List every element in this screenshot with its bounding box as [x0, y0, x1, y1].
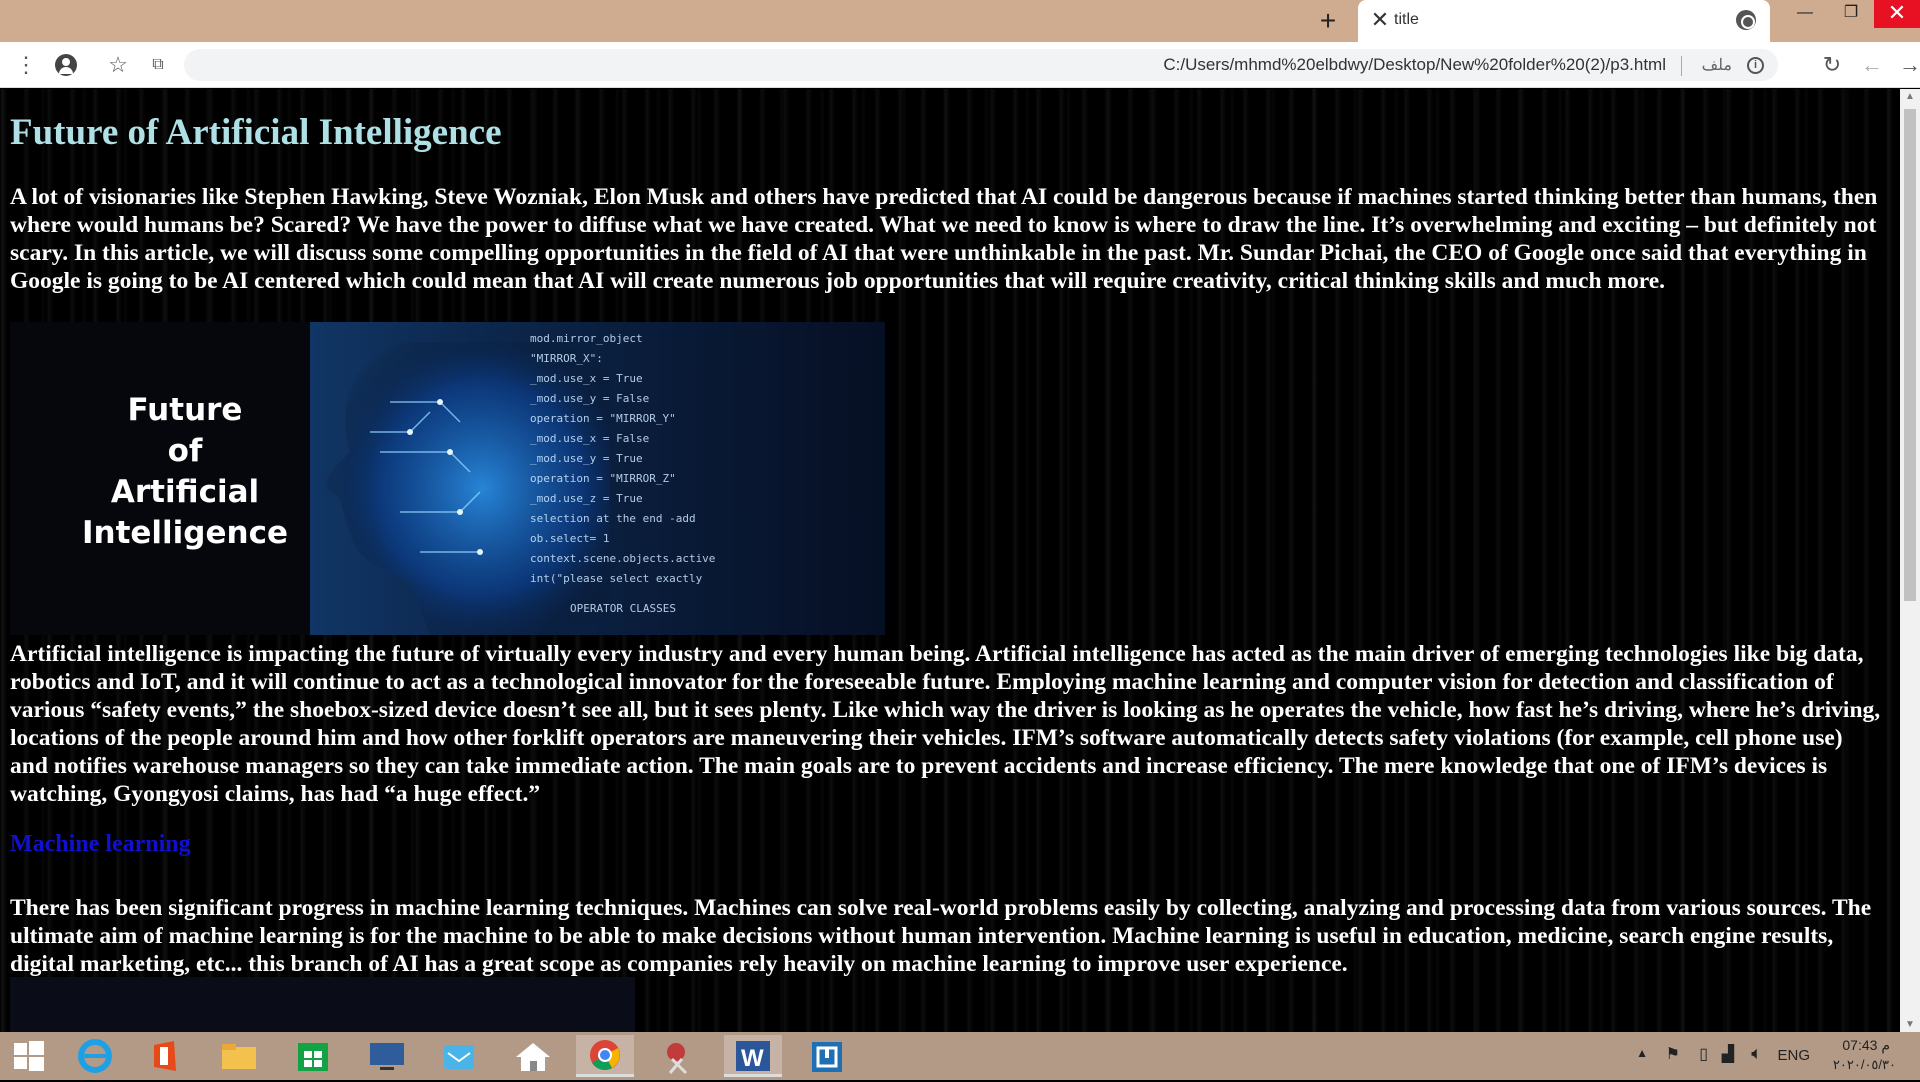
profile-icon[interactable]	[52, 51, 80, 79]
vertical-scrollbar[interactable]: ▲ ▼	[1900, 89, 1920, 1032]
language-indicator[interactable]: ENG	[1777, 1047, 1810, 1064]
svg-text:_mod.use_y = True: _mod.use_y = True	[530, 452, 643, 465]
svg-text:_mod.use_y = False: _mod.use_y = False	[530, 392, 649, 405]
clock-date[interactable]: ٢٠٢٠/٠٥/٣٠	[1833, 1057, 1896, 1073]
browser-toolbar: ⋮ ☆ ⧉ C:/Users/mhmd%20elbdwy/Desktop/New…	[0, 42, 1920, 88]
clock-time[interactable]: 07:43 م	[1842, 1037, 1890, 1054]
address-bar[interactable]: C:/Users/mhmd%20elbdwy/Desktop/New%20fol…	[184, 49, 1778, 81]
browser-title-bar: + ✕ title — ❐ ✕	[0, 0, 1920, 42]
svg-text:_mod.use_z = True: _mod.use_z = True	[530, 492, 643, 505]
minimize-button[interactable]: —	[1782, 0, 1828, 28]
scroll-down-icon[interactable]: ▼	[1905, 1019, 1915, 1030]
svg-text:_mod.use_x = False: _mod.use_x = False	[530, 432, 649, 445]
store-icon[interactable]	[284, 1035, 342, 1077]
forward-icon[interactable]: →	[1896, 51, 1920, 79]
system-tray: ▲ ⚑ ▯ ▟ 🔈︎ ENG 07:43 م ٢٠٢٠/٠٥/٣٠	[1620, 1032, 1920, 1080]
windows-taskbar: W ▲ ⚑ ▯ ▟ 🔈︎ ENG 07:43 م ٢٠٢٠/٠٥/٣٠	[0, 1032, 1920, 1080]
chevron-up-icon[interactable]: ▲	[1636, 1046, 1648, 1060]
network-warning-icon[interactable]: ⚑	[1666, 1044, 1680, 1064]
maximize-button[interactable]: ❐	[1828, 0, 1874, 28]
globe-icon	[1736, 10, 1756, 30]
signal-icon[interactable]: ▟	[1722, 1044, 1734, 1064]
battery-icon[interactable]: ▯	[1699, 1044, 1708, 1064]
svg-text:operation = "MIRROR_Y": operation = "MIRROR_Y"	[530, 412, 676, 425]
svg-text:operation = "MIRROR_Z": operation = "MIRROR_Z"	[530, 472, 676, 485]
scroll-thumb[interactable]	[1904, 109, 1916, 601]
divider	[1681, 56, 1682, 76]
impact-paragraph: Artificial intelligence is impacting the…	[10, 641, 1881, 807]
info-icon[interactable]: i	[1747, 57, 1764, 74]
office-icon[interactable]	[136, 1035, 194, 1077]
hero-line: Intelligence	[81, 515, 288, 551]
star-icon[interactable]: ☆	[104, 51, 132, 79]
svg-text:context.scene.objects.active: context.scene.objects.active	[530, 552, 715, 565]
machine-learning-link[interactable]: Machine learning	[10, 831, 191, 858]
hero-caption: Future of Artificial Intelligence	[50, 390, 320, 554]
svg-text:int("please select exactly: int("please select exactly	[530, 572, 703, 585]
volume-icon[interactable]: 🔈︎	[1751, 1043, 1762, 1064]
svg-text:W: W	[741, 1045, 764, 1072]
reload-icon[interactable]: ↻	[1818, 51, 1846, 79]
intro-paragraph: A lot of visionaries like Stephen Hawkin…	[10, 184, 1878, 294]
svg-text:OPERATOR CLASSES: OPERATOR CLASSES	[570, 602, 676, 615]
svg-text:mod.mirror_object: mod.mirror_object	[530, 332, 643, 345]
app-icon[interactable]	[798, 1035, 856, 1077]
hero-line: Future	[127, 392, 243, 428]
lenovo-icon[interactable]	[358, 1035, 416, 1077]
machine-learning-paragraph: There has been significant progress in m…	[10, 895, 1872, 977]
hero-line: of	[167, 433, 203, 469]
mail-icon[interactable]	[430, 1035, 488, 1077]
snipping-tool-icon[interactable]	[650, 1035, 708, 1077]
tab-close-icon[interactable]: ✕	[1368, 8, 1392, 32]
tab-title: title	[1394, 11, 1419, 28]
browser-tab[interactable]: ✕ title	[1358, 0, 1770, 42]
new-tab-button[interactable]: +	[1312, 5, 1344, 37]
svg-text:selection at the end -add: selection at the end -add	[530, 512, 696, 525]
hero-image: mod.mirror_object "MIRROR_X": _mod.use_x…	[10, 322, 885, 635]
url-text[interactable]: C:/Users/mhmd%20elbdwy/Desktop/New%20fol…	[1163, 55, 1666, 75]
word-icon[interactable]: W	[724, 1035, 782, 1077]
windows-start-icon[interactable]	[0, 1035, 58, 1077]
svg-text:ob.select= 1: ob.select= 1	[530, 532, 609, 545]
page-title: Future of Artificial Intelligence	[10, 112, 502, 153]
back-icon[interactable]: ←	[1858, 51, 1886, 79]
hero-line: Artificial	[110, 474, 260, 510]
menu-icon[interactable]: ⋮	[12, 51, 40, 79]
close-window-button[interactable]: ✕	[1874, 0, 1920, 28]
chrome-icon[interactable]	[576, 1035, 634, 1077]
svg-text:_mod.use_x = True: _mod.use_x = True	[530, 372, 643, 385]
internet-explorer-icon[interactable]	[66, 1035, 124, 1077]
page-content: Future of Artificial Intelligence A lot …	[0, 89, 1900, 1032]
file-explorer-icon[interactable]	[210, 1035, 268, 1077]
partial-image	[10, 977, 635, 1032]
translate-icon[interactable]: ⧉	[144, 51, 172, 79]
scroll-up-icon[interactable]: ▲	[1905, 91, 1915, 102]
svg-text:"MIRROR_X":: "MIRROR_X":	[530, 352, 603, 365]
file-label: ملف	[1701, 57, 1732, 74]
home-icon[interactable]	[504, 1035, 562, 1077]
